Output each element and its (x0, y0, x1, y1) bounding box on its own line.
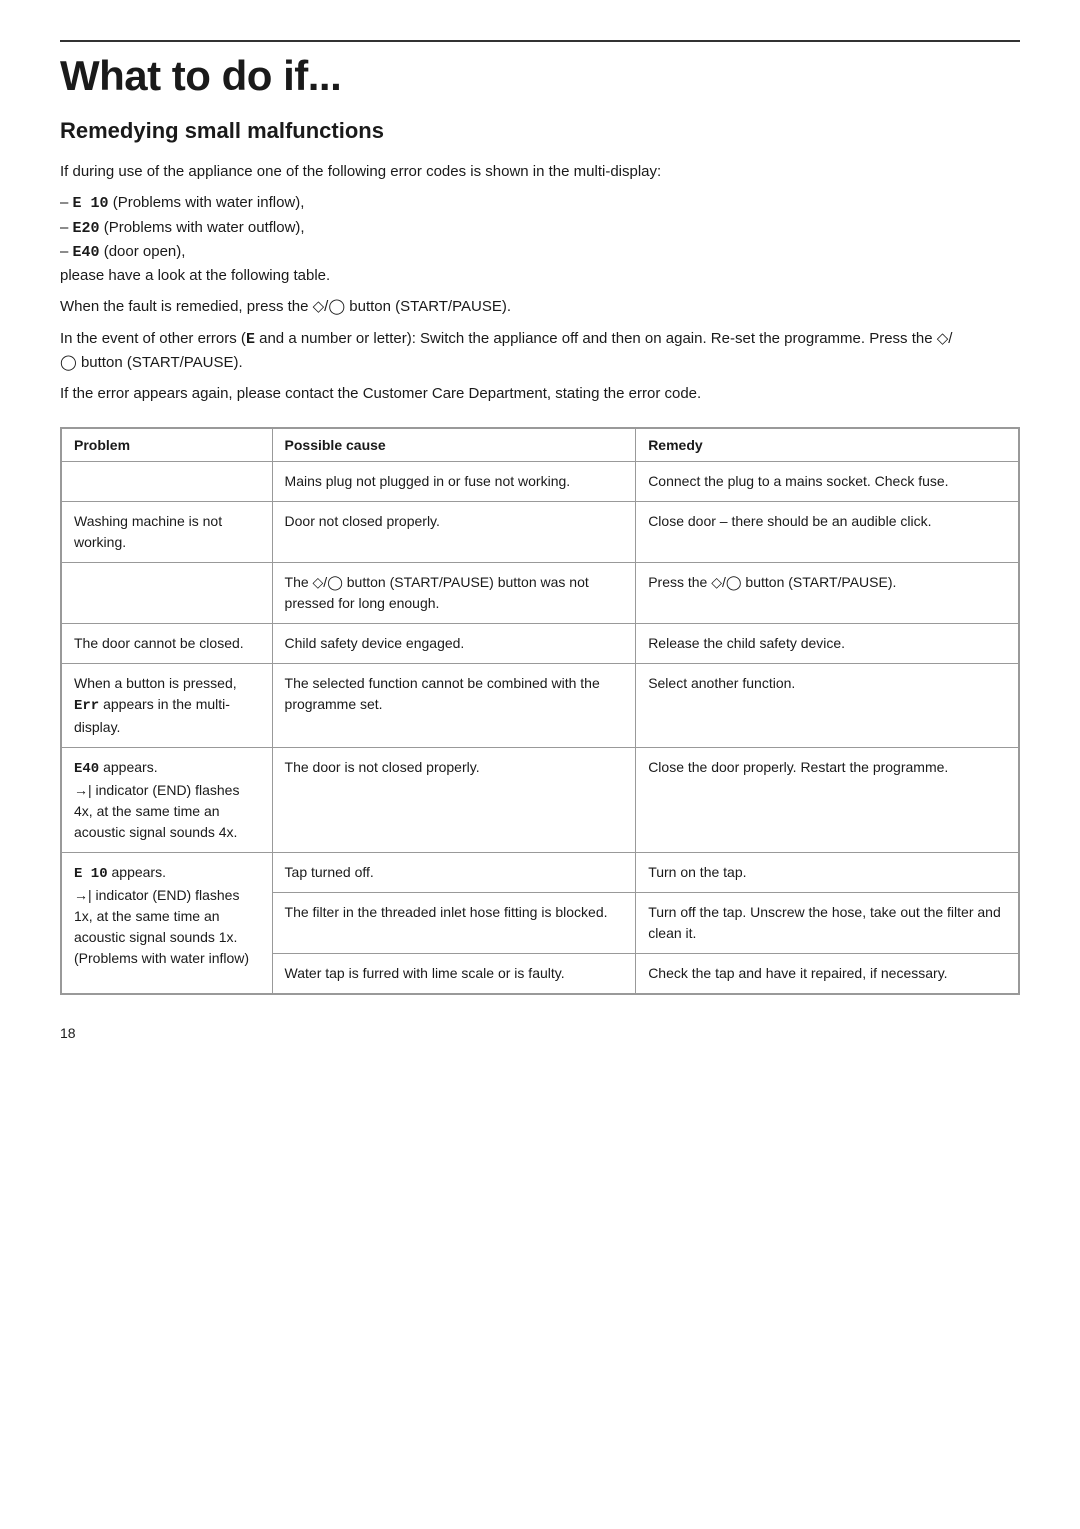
table-row: The ◇/◯ button (START/PAUSE) button was … (62, 563, 1019, 624)
problem-cell: Washing machine is not working. (62, 502, 273, 563)
problem-cell: When a button is pressed, Err appears in… (62, 664, 273, 748)
section-title: Remedying small malfunctions (60, 118, 1020, 144)
intro-p2: – E 10 (Problems with water inflow), – E… (60, 191, 960, 287)
cause-cell: The filter in the threaded inlet hose fi… (272, 893, 636, 954)
cause-cell: Tap turned off. (272, 853, 636, 893)
intro-p1: If during use of the appliance one of th… (60, 160, 960, 183)
col-header-problem: Problem (62, 429, 273, 462)
intro-block: If during use of the appliance one of th… (60, 160, 960, 405)
col-header-cause: Possible cause (272, 429, 636, 462)
remedy-cell: Select another function. (636, 664, 1019, 748)
remedy-cell: Close door – there should be an audible … (636, 502, 1019, 563)
table-row: E40 appears.→| indicator (END) flashes 4… (62, 748, 1019, 853)
problem-cell (62, 462, 273, 502)
cause-cell: Mains plug not plugged in or fuse not wo… (272, 462, 636, 502)
remedy-cell: Turn on the tap. (636, 853, 1019, 893)
cause-cell: Door not closed properly. (272, 502, 636, 563)
table-row: Washing machine is not working. Door not… (62, 502, 1019, 563)
page-number: 18 (60, 1025, 1020, 1041)
problem-cell (62, 563, 273, 624)
remedy-cell: Close the door properly. Restart the pro… (636, 748, 1019, 853)
remedy-cell: Connect the plug to a mains socket. Chec… (636, 462, 1019, 502)
cause-cell: Child safety device engaged. (272, 624, 636, 664)
malfunctions-table: Problem Possible cause Remedy Mains plug… (61, 428, 1019, 994)
cause-cell: The door is not closed properly. (272, 748, 636, 853)
remedy-cell: Press the ◇/◯ button (START/PAUSE). (636, 563, 1019, 624)
malfunctions-table-container: Problem Possible cause Remedy Mains plug… (60, 427, 1020, 995)
intro-p5: If the error appears again, please conta… (60, 382, 960, 405)
table-row: The door cannot be closed. Child safety … (62, 624, 1019, 664)
col-header-remedy: Remedy (636, 429, 1019, 462)
table-header-row: Problem Possible cause Remedy (62, 429, 1019, 462)
table-row: Mains plug not plugged in or fuse not wo… (62, 462, 1019, 502)
remedy-cell: Turn off the tap. Unscrew the hose, take… (636, 893, 1019, 954)
intro-p4: In the event of other errors (E and a nu… (60, 327, 960, 375)
top-border (60, 40, 1020, 42)
page-title: What to do if... (60, 52, 1020, 100)
cause-cell: The selected function cannot be combined… (272, 664, 636, 748)
problem-cell: E40 appears.→| indicator (END) flashes 4… (62, 748, 273, 853)
table-row: When a button is pressed, Err appears in… (62, 664, 1019, 748)
remedy-cell: Release the child safety device. (636, 624, 1019, 664)
remedy-cell: Check the tap and have it repaired, if n… (636, 954, 1019, 994)
intro-p3: When the fault is remedied, press the ◇/… (60, 295, 960, 318)
table-row: E 10 appears.→| indicator (END) flashes … (62, 853, 1019, 893)
problem-cell: E 10 appears.→| indicator (END) flashes … (62, 853, 273, 994)
cause-cell: The ◇/◯ button (START/PAUSE) button was … (272, 563, 636, 624)
problem-cell: The door cannot be closed. (62, 624, 273, 664)
cause-cell: Water tap is furred with lime scale or i… (272, 954, 636, 994)
